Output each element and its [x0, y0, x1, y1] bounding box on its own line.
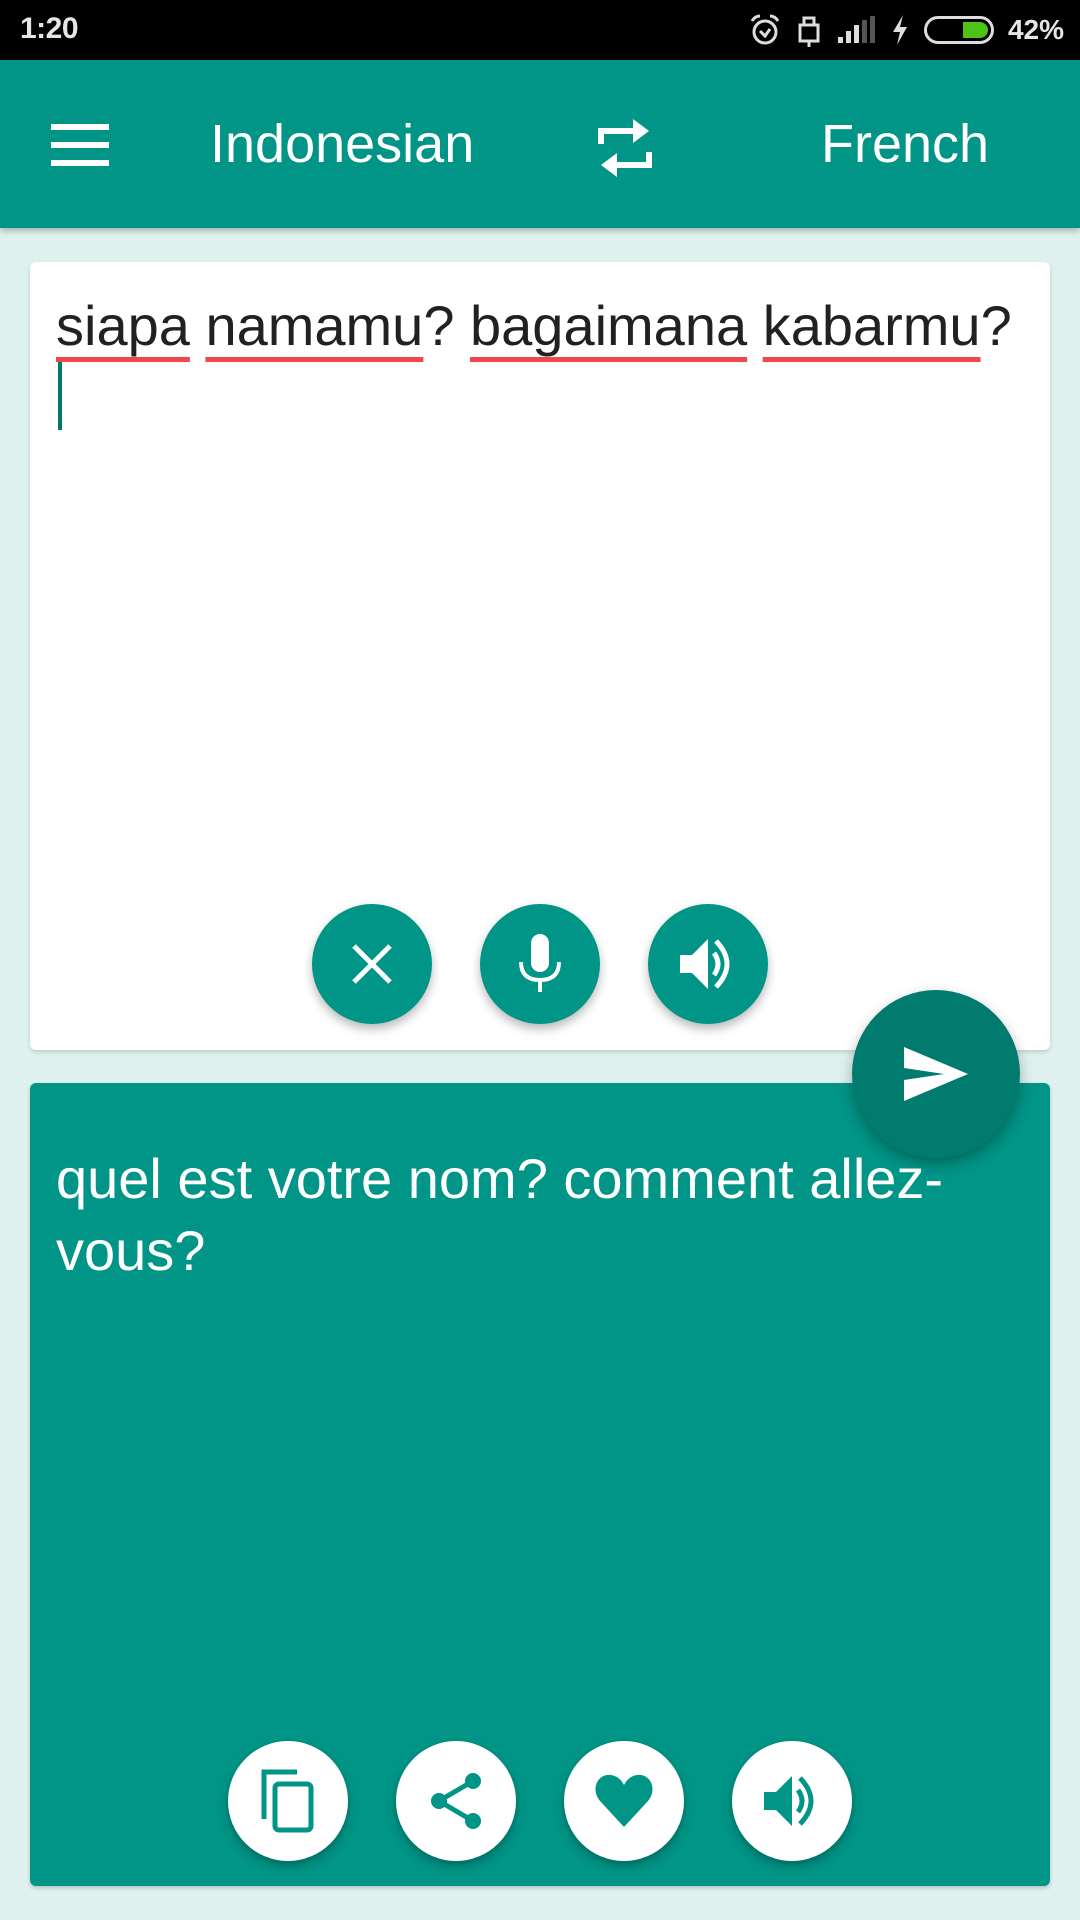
- translated-text: quel est votre nom? comment allez-vous?: [56, 1147, 944, 1282]
- text-segment: ?: [980, 294, 1012, 357]
- battery-level: [962, 22, 988, 38]
- status-bar: 1:20 42%: [0, 0, 1080, 60]
- swap-languages-icon: [598, 119, 652, 177]
- hamburger-menu-icon: [51, 124, 109, 166]
- target-language-selector[interactable]: French: [821, 112, 989, 176]
- copy-icon: [261, 1769, 314, 1833]
- status-time: 1:20: [20, 12, 79, 45]
- text-caret: [58, 362, 62, 430]
- misspelled-word[interactable]: kabarmu: [763, 294, 981, 357]
- favorite-button[interactable]: [564, 1741, 684, 1861]
- speak-source-button[interactable]: [648, 904, 768, 1024]
- battery-icon: [923, 16, 994, 44]
- charging-icon: [892, 15, 907, 45]
- share-icon: [431, 1773, 481, 1829]
- speaker-icon: [680, 939, 730, 989]
- text-segment: ?: [423, 294, 471, 357]
- misspelled-word[interactable]: siapa: [56, 294, 190, 357]
- clear-text-button[interactable]: [312, 904, 432, 1024]
- source-text-content: siapa namamu? bagaimana kabarmu?: [56, 294, 1012, 357]
- translate-button[interactable]: [852, 990, 1020, 1158]
- menu-button[interactable]: [40, 110, 120, 180]
- share-button[interactable]: [396, 1741, 516, 1861]
- translation-card: quel est votre nom? comment allez-vous?: [30, 1083, 1050, 1886]
- speak-translation-button[interactable]: [732, 1741, 852, 1861]
- speaker-icon: [764, 1776, 814, 1826]
- signal-icon: [837, 16, 875, 43]
- microphone-icon: [519, 934, 561, 992]
- voice-input-button[interactable]: [480, 904, 600, 1024]
- status-icons: 42%: [748, 10, 1064, 50]
- source-text-input[interactable]: siapa namamu? bagaimana kabarmu?: [56, 290, 1016, 435]
- close-icon: [352, 944, 392, 984]
- misspelled-word[interactable]: bagaimana: [470, 294, 747, 357]
- text-segment: [747, 294, 763, 357]
- send-icon: [904, 1047, 968, 1101]
- lock-icon: [798, 16, 820, 47]
- app-toolbar: Indonesian French: [0, 60, 1080, 228]
- heart-icon: [595, 1774, 653, 1827]
- battery-percent: 42%: [1007, 14, 1064, 45]
- swap-languages-button[interactable]: [580, 108, 670, 188]
- misspelled-word[interactable]: namamu: [205, 294, 423, 357]
- source-language-selector[interactable]: Indonesian: [210, 112, 474, 176]
- text-segment: [190, 294, 206, 357]
- copy-button[interactable]: [228, 1741, 348, 1861]
- alarm-icon: [750, 14, 780, 45]
